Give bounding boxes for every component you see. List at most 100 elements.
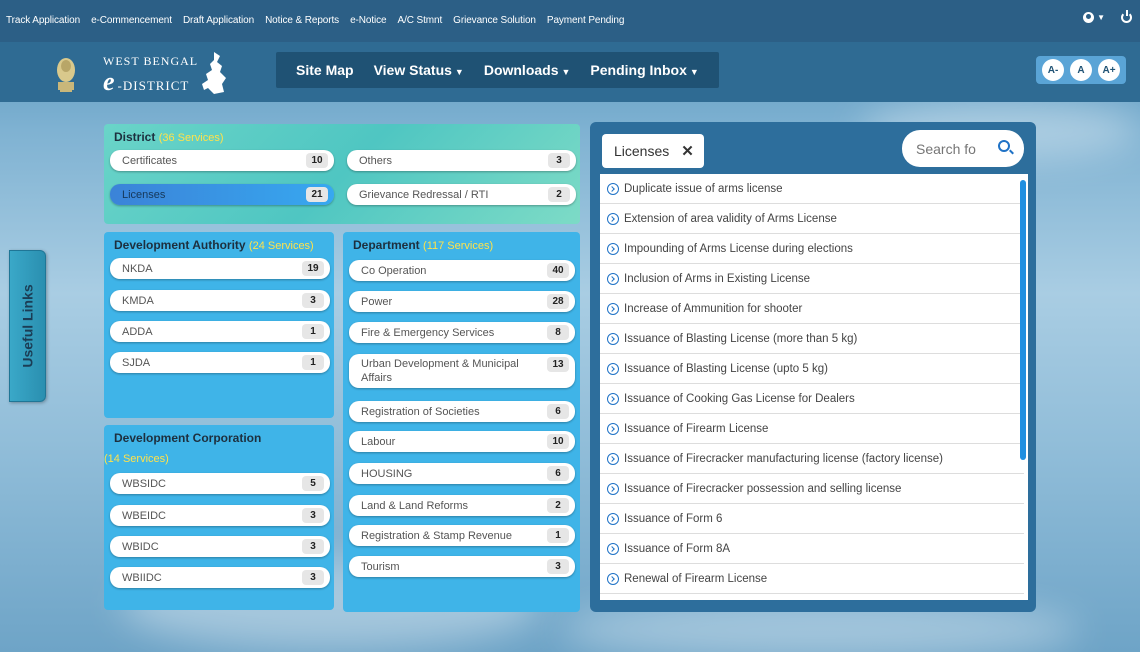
useful-links-tab[interactable]: Useful Links [9, 250, 46, 402]
font-size-controls: A- A A+ [1036, 56, 1126, 84]
list-item[interactable]: Issuance of Firearm License [600, 414, 1024, 444]
e-commencement-link[interactable]: e-Commencement [91, 15, 172, 26]
list-item[interactable]: Issuance of Form 8A [600, 534, 1024, 564]
notice-reports-link[interactable]: Notice & Reports [265, 15, 339, 26]
list-item[interactable]: Impounding of Arms License during electi… [600, 234, 1024, 264]
licenses-chip-label: Licenses [614, 143, 670, 159]
arrow-circle-icon [607, 272, 619, 285]
department-item-power[interactable]: Power 28 [349, 291, 575, 312]
list-item[interactable]: Issuance of Form 6 [600, 504, 1024, 534]
svc-label: Power [361, 295, 393, 308]
department-item-land-reforms[interactable]: Land & Land Reforms 2 [349, 495, 575, 516]
list-item[interactable]: Issuance of Cooking Gas License for Deal… [600, 384, 1024, 414]
list-item[interactable]: Issuance of Blasting License (more than … [600, 324, 1024, 354]
svc-label: Others [359, 154, 393, 167]
nav-downloads[interactable]: Downloads ▼ [484, 62, 571, 78]
svc-count-badge: 6 [547, 466, 569, 481]
close-icon[interactable]: ✕ [681, 142, 694, 160]
district-item-licenses[interactable]: Licenses 21 [110, 184, 334, 205]
list-scrollbar[interactable] [1020, 180, 1026, 460]
svc-label: Licenses [122, 188, 166, 201]
dev-authority-item-sjda[interactable]: SJDA 1 [110, 352, 330, 373]
department-item-housing[interactable]: HOUSING 6 [349, 463, 575, 484]
track-application-link[interactable]: Track Application [6, 15, 80, 26]
list-item[interactable]: Issuance of Blasting License (upto 5 kg) [600, 354, 1024, 384]
svc-count-badge: 3 [302, 570, 324, 585]
department-item-co-operation[interactable]: Co Operation 40 [349, 260, 575, 281]
svc-label: ADDA [122, 325, 153, 338]
svc-count-badge: 1 [547, 528, 569, 543]
department-item-stamp-revenue[interactable]: Registration & Stamp Revenue 1 [349, 525, 575, 546]
nav-downloads-label: Downloads [483, 62, 559, 78]
ac-statement-link[interactable]: A/C Stmnt [398, 15, 443, 26]
search-icon[interactable] [998, 140, 1010, 152]
list-item[interactable]: Renewal of Firearm License [600, 564, 1024, 594]
list-item-label: Renewal of Firearm License [624, 572, 768, 585]
list-item[interactable]: Extension of area validity of Arms Licen… [600, 204, 1024, 234]
list-item[interactable]: Increase of Ammunition for shooter [600, 294, 1024, 324]
font-reset-button[interactable]: A [1070, 59, 1092, 81]
font-increase-button[interactable]: A+ [1098, 59, 1120, 81]
arrow-circle-icon [607, 332, 619, 345]
power-icon[interactable] [1121, 10, 1132, 23]
arrow-circle-icon [607, 212, 619, 225]
list-item-label: Impounding of Arms License during electi… [624, 242, 853, 255]
site-logo[interactable]: WEST BENGAL e -DISTRICT [103, 54, 198, 97]
list-item[interactable]: Duplicate issue of arms license [600, 174, 1024, 204]
user-menu[interactable]: ▼ [1083, 12, 1105, 23]
district-item-others[interactable]: Others 3 [347, 150, 576, 171]
nav-view-status[interactable]: View Status ▼ [374, 62, 464, 78]
e-notice-link[interactable]: e-Notice [350, 15, 387, 26]
dev-authority-item-kmda[interactable]: KMDA 3 [110, 290, 330, 311]
top-links: Track Application e-Commencement Draft A… [0, 0, 635, 26]
svc-count-badge: 21 [306, 187, 328, 202]
dev-corporation-item-wbeidc[interactable]: WBEIDC 3 [110, 505, 330, 526]
svc-label: WBEIDC [122, 509, 166, 522]
district-panel: District (36 Services) Certificates 10 Ot… [104, 124, 580, 224]
list-item[interactable]: Issuance of Firecracker manufacturing li… [600, 444, 1024, 474]
dev-authority-item-adda[interactable]: ADDA 1 [110, 321, 330, 342]
district-item-grievance[interactable]: Grievance Redressal / RTI 2 [347, 184, 576, 205]
svc-label: SJDA [122, 356, 151, 369]
department-item-urban-development[interactable]: Urban Development & Municipal Affairs 13 [349, 354, 575, 388]
arrow-circle-icon [607, 422, 619, 435]
list-item[interactable]: Inclusion of Arms in Existing License [600, 264, 1024, 294]
licenses-filter-chip[interactable]: Licenses ✕ [602, 134, 704, 168]
dev-corporation-item-wbidc[interactable]: WBIDC 3 [110, 536, 330, 557]
list-item-label: Issuance of Firecracker possession and s… [624, 482, 902, 495]
svc-count-badge: 6 [547, 404, 569, 419]
nav-pending-inbox[interactable]: Pending Inbox ▼ [590, 62, 698, 78]
arrow-circle-icon [607, 482, 619, 495]
license-search-input[interactable] [916, 140, 990, 157]
development-authority-panel: Development Authority (24 Services) NKDA… [104, 232, 334, 418]
dev-corporation-item-wbiidc[interactable]: WBIIDC 3 [110, 567, 330, 588]
svc-count-badge: 2 [547, 498, 569, 513]
license-service-list: Duplicate issue of arms license Extensio… [600, 174, 1028, 600]
dev-corporation-item-wbsidc[interactable]: WBSIDC 5 [110, 473, 330, 494]
list-item-label: Duplicate issue of arms license [624, 182, 783, 195]
svc-label: HOUSING [361, 467, 413, 480]
grievance-solution-link[interactable]: Grievance Solution [453, 15, 536, 26]
district-item-certificates[interactable]: Certificates 10 [110, 150, 334, 171]
header: WEST BENGAL e -DISTRICT Site Map View Sta… [0, 42, 1140, 102]
list-item-label: Issuance of Firecracker manufacturing li… [624, 452, 943, 465]
nav-site-map[interactable]: Site Map [296, 62, 354, 78]
logo-district: -DISTRICT [117, 78, 190, 93]
svc-label: Grievance Redressal / RTI [359, 188, 489, 201]
department-item-labour[interactable]: Labour 10 [349, 431, 575, 452]
arrow-circle-icon [607, 392, 619, 405]
svc-label: NKDA [122, 262, 153, 275]
department-item-fire-emergency[interactable]: Fire & Emergency Services 8 [349, 322, 575, 343]
department-item-tourism[interactable]: Tourism 3 [349, 556, 575, 577]
department-item-registration-societies[interactable]: Registration of Societies 6 [349, 401, 575, 422]
draft-application-link[interactable]: Draft Application [183, 15, 254, 26]
list-item[interactable]: Issuance of Firecracker possession and s… [600, 474, 1024, 504]
payment-pending-link[interactable]: Payment Pending [547, 15, 625, 26]
svc-label: WBIDC [122, 540, 159, 553]
dev-authority-item-nkda[interactable]: NKDA 19 [110, 258, 330, 279]
svc-label: Urban Development & Municipal Affairs [361, 358, 519, 384]
svc-label: Land & Land Reforms [361, 499, 469, 512]
svc-count-badge: 10 [547, 434, 569, 449]
font-decrease-button[interactable]: A- [1042, 59, 1064, 81]
svc-label: Registration & Stamp Revenue [361, 529, 513, 542]
